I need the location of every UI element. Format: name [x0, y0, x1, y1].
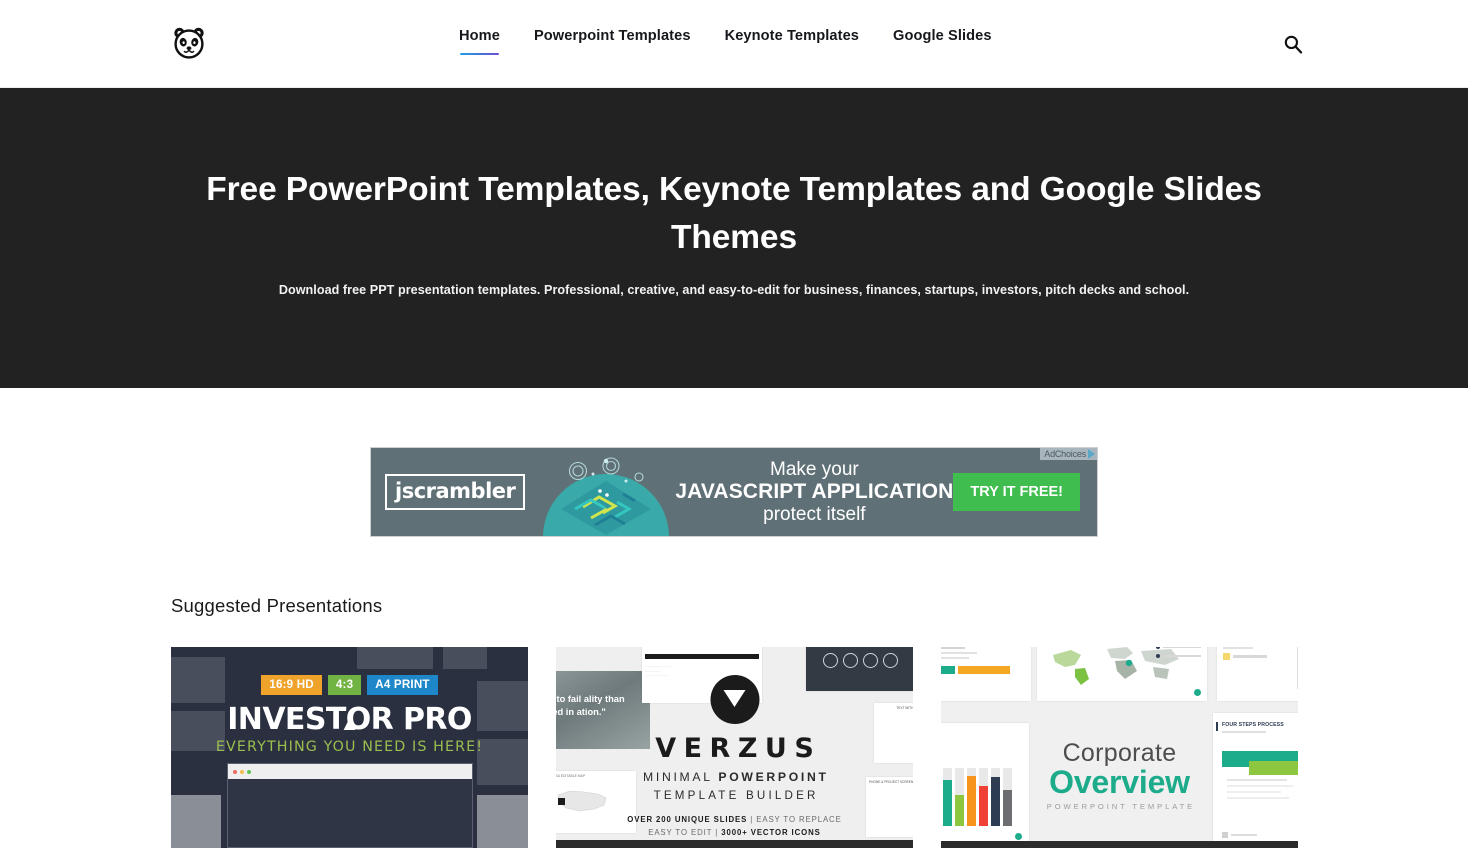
features-line1-rest: | EASY TO REPLACE — [747, 815, 842, 824]
nav-item-home[interactable]: Home — [459, 28, 500, 55]
window-close-dot — [233, 769, 237, 774]
world-map-slide — [1037, 647, 1207, 701]
ad-line-3: protect itself — [763, 503, 866, 525]
slide-title-text: PROJECT MANAGEMENT — [642, 647, 762, 651]
search-icon[interactable] — [1281, 32, 1305, 56]
card-tagline: EVERYTHING YOU NEED IS HERE! — [215, 739, 484, 755]
dark-icons-slide — [806, 647, 913, 691]
card-bottom-strip — [556, 840, 913, 848]
triangle-down-icon — [723, 690, 746, 707]
card-title: VERZUS — [655, 733, 822, 764]
ad-copy: Make your JAVASCRIPT APPLICATION protect… — [675, 459, 953, 525]
badge-a4-print: A4 PRINT — [367, 675, 438, 695]
play-arrow-icon: ▲ — [339, 713, 360, 735]
ad-line-1: Make your — [770, 458, 859, 480]
features-line1-bold: OVER 200 UNIQUE SLIDES — [627, 815, 748, 824]
features-line2-start: EASY TO EDIT | — [648, 827, 722, 837]
status-dot — [1194, 689, 1201, 696]
slide-header-bar — [645, 654, 759, 660]
adchoices-triangle-icon — [1088, 449, 1095, 459]
presentation-card-investor-pro[interactable]: 16:9 HD 4:3 A4 PRINT INVESTOR PRO EVERYT… — [171, 647, 528, 848]
subtitle-bold: POWERPOINT — [718, 770, 829, 784]
hero-subtitle: Download free PPT presentation templates… — [278, 283, 1190, 297]
ad-illustration — [531, 448, 681, 536]
card-subtitle-1: MINIMAL POWERPOINT — [556, 770, 913, 784]
main-nav: Home Powerpoint Templates Keynote Templa… — [459, 28, 992, 55]
suggested-presentations-list: 16:9 HD 4:3 A4 PRINT INVESTOR PRO EVERYT… — [171, 647, 1468, 848]
nav-item-google-slides[interactable]: Google Slides — [893, 28, 992, 55]
card-features: OVER 200 UNIQUE SLIDES | EASY TO REPLACE… — [556, 814, 913, 839]
slide-label: TEXT WITH BACK — [896, 706, 913, 710]
adchoices-badge[interactable]: AdChoices — [1040, 448, 1097, 460]
ad-brand-logo: jscrambler — [385, 474, 526, 510]
nav-item-keynote-templates[interactable]: Keynote Templates — [725, 28, 859, 55]
subtitle-light: MINIMAL — [643, 770, 719, 784]
stats-slide — [941, 647, 1031, 701]
browser-titlebar — [228, 764, 472, 779]
presentation-card-verzus[interactable]: ter to fail ality than ceed in ation." P… — [556, 647, 913, 848]
ad-line-2: JAVASCRIPT APPLICATION — [675, 480, 954, 504]
verzus-logo-icon — [710, 675, 759, 724]
card-bottom-strip — [941, 841, 1298, 848]
page-title: Free PowerPoint Templates, Keynote Templ… — [206, 171, 1262, 256]
ad-container: AdChoices jscrambler Make your JAVASCRIP… — [0, 388, 1468, 537]
window-zoom-dot — [247, 769, 251, 774]
card-subtitle: POWERPOINT TEMPLATE — [1046, 802, 1196, 811]
adchoices-label: AdChoices — [1044, 449, 1086, 459]
panda-logo-icon[interactable] — [171, 25, 207, 61]
nav-item-powerpoint-templates[interactable]: Powerpoint Templates — [534, 28, 691, 55]
features-line2-bold: 3000+ VECTOR ICONS — [721, 827, 821, 837]
ad-banner[interactable]: AdChoices jscrambler Make your JAVASCRIP… — [370, 447, 1098, 537]
card-title-bold: Overview — [1049, 764, 1190, 800]
site-header: Home Powerpoint Templates Keynote Templa… — [0, 0, 1468, 88]
card-subtitle-2: TEMPLATE BUILDER — [653, 789, 819, 802]
browser-mockup — [227, 763, 473, 848]
four-steps-label: FOUR STEPS PROCESS — [1222, 722, 1284, 728]
presentation-card-corporate-overview[interactable]: FOUR STEPS PROCESS Corporate Overview PO… — [941, 647, 1298, 848]
page-root: Home Powerpoint Templates Keynote Templa… — [0, 0, 1468, 855]
hero-section: Free PowerPoint Templates, Keynote Templ… — [0, 88, 1468, 388]
ad-cta-button[interactable]: TRY IT FREE! — [953, 473, 1080, 511]
section-heading: Suggested Presentations — [171, 595, 383, 616]
format-badges: 16:9 HD 4:3 A4 PRINT — [261, 675, 438, 695]
status-dot — [1015, 833, 1022, 840]
detail-slide — [1217, 647, 1298, 701]
window-minimize-dot — [240, 769, 244, 774]
badge-4-3: 4:3 — [327, 675, 362, 695]
badge-16-9-hd: 16:9 HD — [261, 675, 322, 695]
